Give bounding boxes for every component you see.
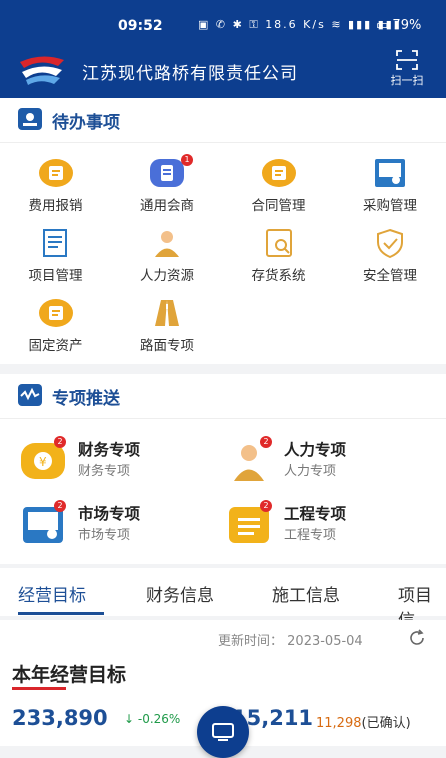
- engineering-icon: 2: [226, 500, 272, 546]
- todo-item[interactable]: 人力资源: [112, 228, 223, 284]
- receipt-icon: [38, 158, 74, 188]
- push-item-subtitle: 人力专项: [284, 464, 337, 479]
- company-logo: [20, 56, 64, 85]
- todo-item[interactable]: 1 通用会商: [112, 154, 223, 214]
- todo-badge: 1: [181, 154, 193, 166]
- status-bar: 09:52 ▣ ✆ ✱ ⚿ 18.6 K/s ≋ ▮▮▮ ▮▮▮ ▭ 79%: [0, 0, 446, 40]
- todo-title: 待办事项: [52, 113, 120, 133]
- push-header: 专项推送: [0, 374, 446, 419]
- battery-indicator: ▭ 79%: [376, 18, 422, 33]
- todo-item[interactable]: 固定资产: [0, 298, 111, 354]
- todo-item[interactable]: 合同管理: [223, 158, 334, 214]
- shield-icon: [372, 228, 408, 259]
- finance-icon: ¥2: [20, 436, 66, 482]
- market-icon: 2: [20, 500, 66, 546]
- push-item[interactable]: 2 市场专项 市场专项: [20, 500, 220, 552]
- net-speed: 18.6 K/s: [265, 18, 326, 31]
- home-fab-button[interactable]: [197, 706, 249, 758]
- push-item-title: 财务专项: [78, 441, 141, 459]
- push-badge: 2: [260, 500, 272, 512]
- todo-item[interactable]: 费用报销: [0, 158, 111, 214]
- push-section-icon: [18, 384, 42, 406]
- svg-text:¥: ¥: [39, 455, 47, 469]
- contract-icon: [261, 158, 297, 188]
- info-tabs: 经营目标 财务信息 施工信息 项目信: [0, 568, 446, 631]
- goal-value: 233,890: [12, 706, 108, 730]
- todo-header: 待办事项: [0, 98, 446, 143]
- battery-level: 79%: [392, 18, 422, 33]
- todo-item-label: 项目管理: [28, 268, 83, 284]
- project-icon: [38, 228, 74, 258]
- push-badge: 2: [260, 436, 272, 448]
- push-item-subtitle: 财务专项: [78, 464, 131, 479]
- status-time: 09:52: [118, 18, 163, 34]
- tab-construction-info[interactable]: 施工信息: [272, 581, 340, 606]
- active-tab-indicator: [18, 612, 104, 615]
- todo-section-icon: [18, 108, 42, 130]
- update-time: 更新时间： 2023-05-04: [218, 630, 363, 649]
- todo-item[interactable]: 存货系统: [223, 228, 334, 284]
- push-badge: 2: [54, 436, 66, 448]
- todo-item-label: 安全管理: [363, 268, 417, 284]
- document-icon: 1: [149, 154, 193, 188]
- scan-button[interactable]: 扫一扫: [384, 50, 430, 88]
- todo-card: 待办事项 费用报销 1 通用会商 合同管理 采购管理项目管理 人力资源 存货系统 安全管理固定…: [0, 98, 446, 364]
- todo-item-label: 存货系统: [251, 268, 306, 284]
- push-title: 专项推送: [52, 389, 120, 409]
- push-item-subtitle: 市场专项: [78, 528, 131, 543]
- push-item-title: 市场专项: [78, 505, 141, 523]
- push-item[interactable]: 2 人力专项 人力专项: [226, 436, 426, 488]
- push-card: 专项推送 ¥2 财务专项 财务专项 2 人力专项 人力专项 2 市场专项 市场专项 2 工程专项 工程…: [0, 374, 446, 564]
- scan-label: 扫一扫: [390, 74, 424, 87]
- monitor-icon: [212, 723, 234, 741]
- inventory-icon: [261, 228, 297, 258]
- goal-title: 本年经营目标: [12, 664, 127, 686]
- push-item-subtitle: 工程专项: [284, 528, 337, 543]
- update-date: 2023-05-04: [287, 634, 363, 649]
- goal-delta: ↓ -0.26%: [124, 712, 181, 726]
- todo-item-label: 费用报销: [28, 198, 83, 214]
- todo-item-label: 采购管理: [363, 198, 417, 214]
- person-icon: 2: [226, 436, 272, 482]
- todo-item[interactable]: 路面专项: [112, 298, 223, 354]
- todo-item-label: 固定资产: [28, 338, 83, 354]
- push-badge: 2: [54, 500, 66, 512]
- tab-business-goals[interactable]: 经营目标: [18, 581, 86, 606]
- refresh-icon[interactable]: [408, 629, 426, 647]
- todo-item[interactable]: 项目管理: [0, 228, 111, 284]
- tab-finance-info[interactable]: 财务信息: [146, 581, 214, 606]
- confirmed-number: 11,298: [316, 716, 362, 731]
- person-icon: [149, 228, 185, 258]
- company-name: 江苏现代路桥有限责任公司: [82, 64, 298, 84]
- todo-item-label: 合同管理: [251, 198, 306, 214]
- todo-item-label: 通用会商: [140, 198, 194, 214]
- push-item[interactable]: ¥2 财务专项 财务专项: [20, 436, 220, 488]
- app-header: 江苏现代路桥有限责任公司 扫一扫: [0, 40, 446, 98]
- todo-item-label: 路面专项: [140, 338, 194, 354]
- confirmed-label: (已确认): [361, 716, 411, 731]
- push-item-title: 人力专项: [284, 441, 347, 459]
- push-item[interactable]: 2 工程专项 工程专项: [226, 500, 426, 552]
- push-item-title: 工程专项: [284, 505, 347, 523]
- update-label: 更新时间：: [218, 634, 284, 649]
- todo-item-label: 人力资源: [140, 268, 194, 284]
- todo-item[interactable]: 安全管理: [335, 228, 446, 284]
- scan-icon: [396, 50, 418, 70]
- goal-title-underline: [12, 687, 66, 690]
- purchase-icon: [372, 158, 408, 188]
- confirmed-value: 11,298(已确认): [316, 712, 411, 731]
- road-icon: [149, 298, 185, 328]
- todo-item[interactable]: 采购管理: [335, 158, 446, 214]
- assets-icon: [38, 298, 74, 328]
- status-icons: ▣ ✆ ✱ ⚿ 18.6 K/s ≋ ▮▮▮ ▮▮▮: [198, 18, 402, 31]
